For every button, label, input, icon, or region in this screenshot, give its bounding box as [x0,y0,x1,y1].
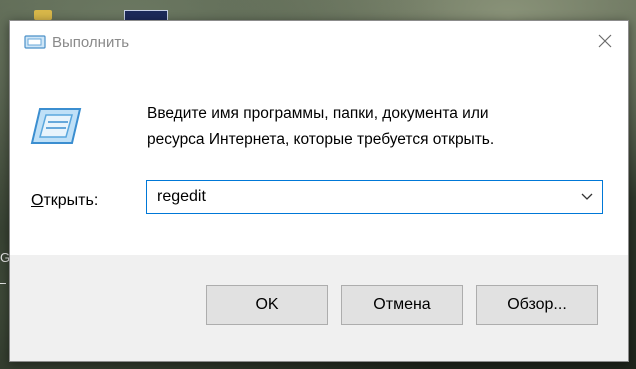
description-text: Введите имя программы, папки, документа … [147,101,617,153]
close-icon [598,34,612,48]
desktop-folder-icon[interactable] [34,10,52,20]
browse-button[interactable]: Обзор... [476,285,598,325]
open-input[interactable] [157,181,557,213]
description-line-2: ресурса Интернета, которые требуется отк… [147,131,495,148]
button-bar: OK Отмена Обзор... [10,255,628,361]
run-dialog: Выполнить Введите имя программы, папки, … [9,20,629,362]
dialog-content: Введите имя программы, папки, документа … [10,65,628,255]
desktop-edge-dash [0,283,6,284]
open-label: Открыть: [31,192,98,210]
open-label-text: ткрыть: [43,192,99,209]
window-title: Выполнить [52,34,130,51]
chevron-down-icon [581,193,593,200]
description-line-1: Введите имя программы, папки, документа … [147,105,489,122]
ok-button[interactable]: OK [206,285,328,325]
title-bar[interactable]: Выполнить [10,21,628,65]
cancel-button[interactable]: Отмена [341,285,463,325]
dropdown-button[interactable] [572,181,602,213]
open-label-accesskey: О [31,192,44,209]
close-button[interactable] [582,21,628,61]
run-large-icon [30,108,82,144]
open-combobox[interactable] [146,180,603,214]
run-icon [24,35,46,49]
